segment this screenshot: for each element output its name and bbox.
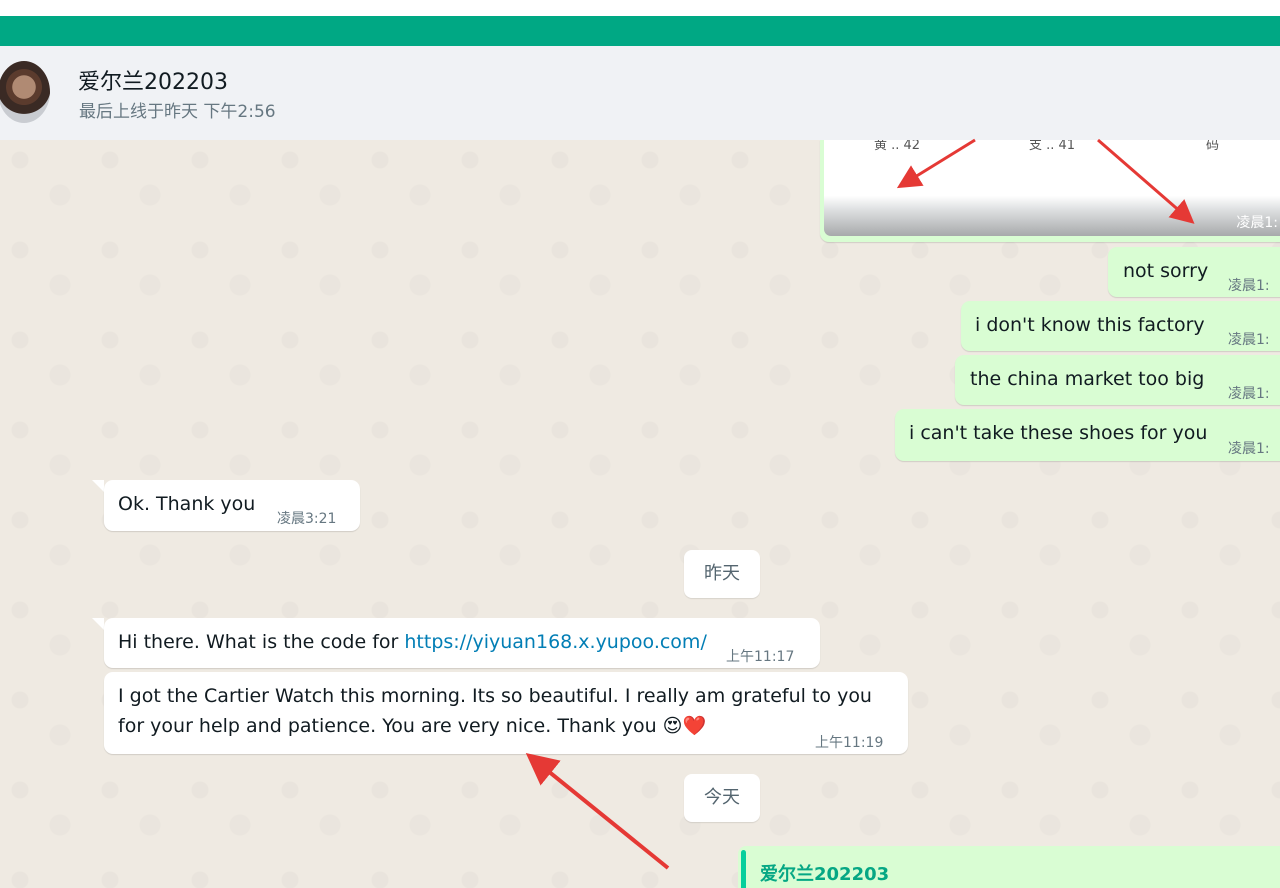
image-caption-3: 码: [1206, 140, 1220, 153]
message-list[interactable]: 黄 .. 42 支 .. 41 码 凌晨1: not sorry 凌晨1: i …: [0, 140, 1280, 888]
quoted-sender-name: 爱尔兰202203: [760, 864, 890, 885]
message-time: 凌晨1:: [1228, 386, 1270, 402]
bubble-tail: [92, 618, 104, 630]
emoji-heart-eyes-and-heart: 😍❤️: [662, 715, 707, 737]
last-seen-status: 最后上线于昨天 下午2:56: [79, 102, 276, 122]
incoming-message[interactable]: Hi there. What is the code for https://y…: [104, 618, 820, 668]
message-text: not sorry: [1123, 260, 1209, 282]
message-time: 凌晨3:21: [277, 511, 337, 527]
top-strip: [0, 0, 1280, 16]
message-text: i don't know this factory: [975, 314, 1205, 336]
date-divider-yesterday: 昨天: [684, 550, 760, 598]
bubble-tail: [92, 480, 104, 492]
message-text-line-2-text: for your help and patience. You are very…: [118, 715, 657, 737]
incoming-message[interactable]: I got the Cartier Watch this morning. It…: [104, 672, 908, 754]
message-text: the china market too big: [970, 368, 1205, 390]
quote-accent-bar: [741, 850, 746, 888]
outgoing-message[interactable]: not sorry 凌晨1:: [1108, 247, 1280, 297]
message-text-line-2: for your help and patience. You are very…: [118, 714, 706, 737]
message-link[interactable]: https://yiyuan168.x.yupoo.com/: [404, 631, 706, 653]
message-text: i can't take these shoes for you: [909, 422, 1208, 444]
outgoing-message[interactable]: i don't know this factory 凌晨1:: [961, 301, 1280, 351]
message-time: 上午11:19: [815, 735, 884, 751]
message-time: 凌晨1:: [1236, 215, 1278, 231]
contact-name[interactable]: 爱尔兰202203: [78, 64, 228, 96]
image-message[interactable]: 黄 .. 42 支 .. 41 码 凌晨1:: [820, 140, 1280, 242]
chat-header[interactable]: 爱尔兰202203 最后上线于昨天 下午2:56: [0, 46, 1280, 141]
message-text-line-1: I got the Cartier Watch this morning. It…: [118, 685, 872, 707]
app-top-bar: [0, 16, 1280, 46]
message-time: 凌晨1:: [1228, 441, 1270, 457]
image-caption-1: 黄 .. 42: [874, 140, 921, 153]
message-time: 凌晨1:: [1228, 332, 1270, 348]
outgoing-message[interactable]: i can't take these shoes for you 凌晨1:: [895, 409, 1280, 461]
incoming-message[interactable]: Ok. Thank you 凌晨3:21: [104, 480, 360, 531]
date-divider-today: 今天: [684, 774, 760, 822]
image-thumbnail[interactable]: 黄 .. 42 支 .. 41 码: [824, 140, 1280, 236]
image-caption-2: 支 .. 41: [1029, 140, 1076, 153]
quoted-reply-bubble[interactable]: 爱尔兰202203: [738, 846, 1280, 888]
message-time: 上午11:17: [726, 649, 795, 665]
message-text: Ok. Thank you: [118, 493, 256, 515]
message-text-prefix: Hi there. What is the code for: [118, 631, 405, 653]
outgoing-message[interactable]: the china market too big 凌晨1:: [955, 355, 1280, 405]
avatar[interactable]: [0, 61, 50, 123]
message-time: 凌晨1:: [1228, 278, 1270, 294]
message-text: Hi there. What is the code for https://y…: [118, 631, 707, 653]
